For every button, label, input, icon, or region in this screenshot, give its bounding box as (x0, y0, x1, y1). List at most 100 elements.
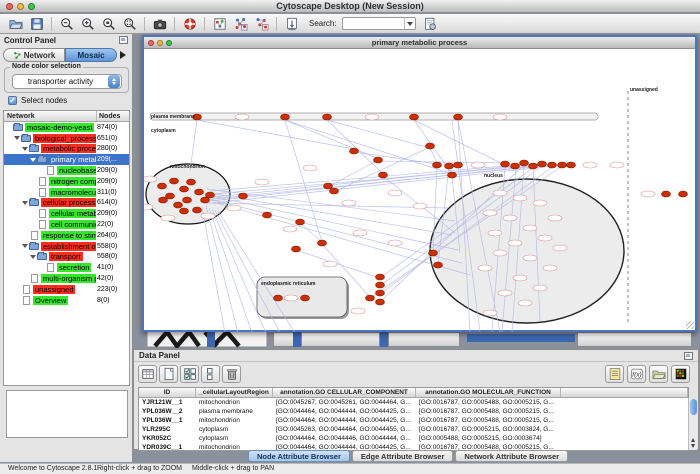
network-canvas[interactable]: plasma membranecytoplasmmitochondrionnuc… (144, 50, 695, 332)
network-node[interactable] (567, 162, 576, 168)
network-node[interactable] (376, 299, 385, 305)
tree-row[interactable]: cell communicat22(0) (4, 219, 129, 230)
tree-row[interactable]: mosaic-demo-yeast874(0) (4, 122, 129, 133)
expander-icon[interactable] (22, 147, 28, 154)
tree-row[interactable]: transport558(0) (4, 252, 129, 263)
delete-attribute-icon[interactable] (222, 365, 241, 383)
tab-node-attribute-browser[interactable]: Node Attribute Browser (248, 450, 350, 462)
table-row[interactable]: YKR052Ccytoplasm[GO:0044464, GO:0044446,… (139, 434, 688, 443)
network-node[interactable] (296, 219, 305, 225)
network-node[interactable] (445, 163, 454, 169)
tab-network[interactable]: Network (3, 48, 65, 62)
network-node[interactable] (350, 148, 359, 154)
column-header[interactable]: ID (139, 388, 196, 397)
search-config-icon[interactable] (421, 15, 440, 32)
tree-row[interactable]: secretion41(0) (4, 262, 129, 273)
table-row[interactable]: YPL036W__2plasma membrane[GO:0044464, GO… (139, 407, 688, 416)
import-attributes-icon[interactable] (649, 365, 668, 383)
network-node[interactable] (376, 282, 385, 288)
network-node[interactable] (292, 246, 301, 252)
network-node[interactable] (274, 295, 283, 301)
tree-row[interactable]: unassigned223(0) (4, 284, 129, 295)
snapshot-icon[interactable] (150, 15, 169, 32)
network-node[interactable] (174, 202, 183, 208)
network-node[interactable] (206, 192, 215, 198)
create-attribute-icon[interactable] (159, 365, 178, 383)
help-icon[interactable] (180, 15, 199, 32)
network-node[interactable] (558, 162, 567, 168)
network-node[interactable] (158, 183, 167, 189)
zoom-in-icon[interactable] (78, 15, 97, 32)
tree-row[interactable]: cellular process614(0) (4, 198, 129, 209)
network-node[interactable] (193, 207, 202, 213)
save-icon[interactable] (27, 15, 46, 32)
expander-icon[interactable] (22, 244, 28, 251)
column-header[interactable]: _cellularLayoutRegion (196, 388, 273, 397)
network-node[interactable] (434, 262, 443, 268)
tree-row[interactable]: nucleobase-209(0) (4, 165, 129, 176)
network-node[interactable] (330, 188, 339, 194)
zoom-selected-icon[interactable] (99, 15, 118, 32)
vizmapper-icon[interactable] (210, 15, 229, 32)
expander-icon[interactable] (30, 158, 36, 165)
network-node[interactable] (501, 161, 510, 167)
network-node[interactable] (195, 189, 204, 195)
network-node[interactable] (662, 191, 671, 197)
network-node[interactable] (180, 208, 189, 214)
network-node[interactable] (376, 274, 385, 280)
select-nodes-checkbox[interactable]: ✓ (8, 96, 17, 105)
close-icon[interactable] (148, 40, 154, 46)
unselect-attributes-icon[interactable] (201, 365, 220, 383)
network-node[interactable] (454, 162, 463, 168)
attribute-grid-icon[interactable] (138, 365, 157, 383)
network-node[interactable] (511, 163, 520, 169)
network-node[interactable] (170, 178, 179, 184)
network-node[interactable] (374, 157, 383, 163)
network-node[interactable] (366, 295, 375, 301)
select-attributes-icon[interactable] (180, 365, 199, 383)
network-node[interactable] (281, 114, 290, 120)
table-row[interactable]: YPL036W__1mitochondrion[GO:0044464, GO:0… (139, 416, 688, 425)
network-node[interactable] (454, 114, 463, 120)
network-node[interactable] (323, 114, 332, 120)
tree-col-nodes[interactable]: Nodes (97, 111, 129, 121)
network-node[interactable] (433, 162, 442, 168)
network-node[interactable] (548, 162, 557, 168)
network-node[interactable] (429, 250, 438, 256)
heatmap-icon[interactable] (671, 365, 690, 383)
network-node[interactable] (426, 143, 435, 149)
network-node[interactable] (324, 183, 333, 189)
tab-edge-attribute-browser[interactable]: Edge Attribute Browser (352, 450, 453, 462)
table-row[interactable]: YJR121W__1mitochondrion[GO:0045267, GO:0… (139, 398, 688, 407)
zoom-fit-icon[interactable] (120, 15, 139, 32)
network-node[interactable] (180, 186, 189, 192)
close-window-icon[interactable] (6, 3, 13, 10)
column-header[interactable]: annotation.GO CELLULAR_COMPONENT (273, 388, 416, 397)
search-input[interactable] (343, 18, 403, 29)
network-node[interactable] (239, 193, 248, 199)
network-node[interactable] (410, 114, 419, 120)
network-node[interactable] (159, 197, 168, 203)
tree-row[interactable]: nitrogen compo209(0) (4, 176, 129, 187)
network-overlay-a-icon[interactable] (231, 15, 250, 32)
network-overlay-b-icon[interactable] (252, 15, 271, 32)
tree-row[interactable]: establishment of lo558(0) (4, 241, 129, 252)
scrollbar-thumb[interactable] (690, 399, 697, 415)
expander-icon[interactable] (22, 201, 28, 208)
tree-row[interactable]: multi-organism pro42(0) (4, 273, 129, 284)
minimize-window-icon[interactable] (17, 3, 24, 10)
network-node[interactable] (679, 191, 688, 197)
zoom-icon[interactable] (166, 40, 172, 46)
import-network-icon[interactable] (282, 15, 301, 32)
tab-overflow-arrow-icon[interactable] (120, 51, 130, 59)
table-row[interactable]: YLR295Ccytoplasm[GO:0045263, GO:0044464,… (139, 425, 688, 434)
network-node[interactable] (379, 172, 388, 178)
tree-row[interactable]: cellular metabo209(0) (4, 208, 129, 219)
search-dropdown-arrow-icon[interactable] (404, 18, 415, 29)
tree-row[interactable]: biological_process651(0) (4, 133, 129, 144)
expander-icon[interactable] (30, 255, 36, 262)
network-node[interactable] (448, 172, 457, 178)
tree-row[interactable]: Overview8(0) (4, 295, 129, 306)
float-panel-icon[interactable] (119, 36, 128, 44)
network-node[interactable] (318, 240, 327, 246)
